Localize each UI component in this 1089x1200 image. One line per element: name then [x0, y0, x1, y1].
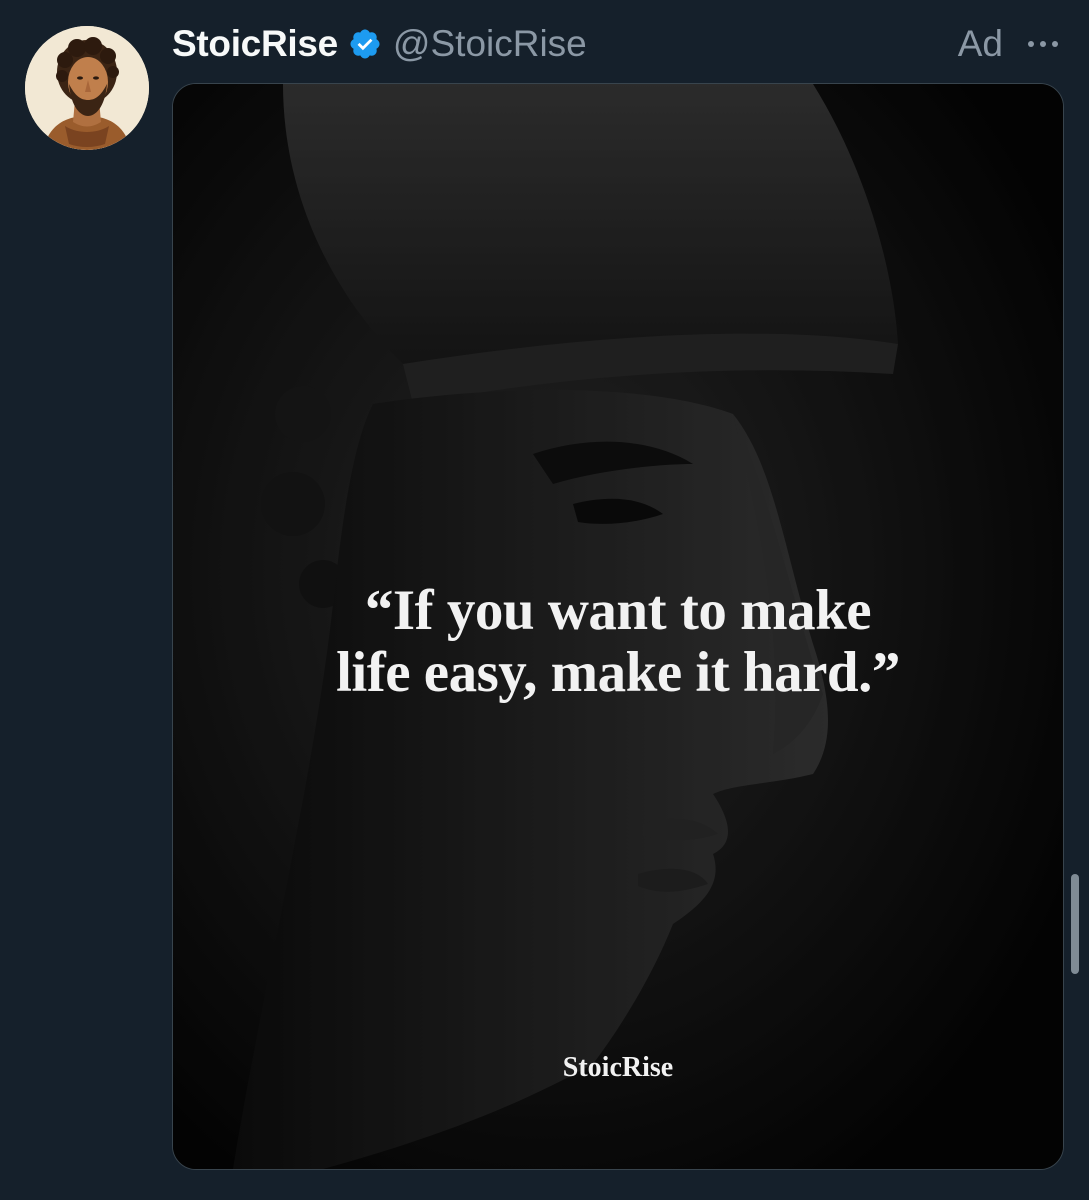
post-container: StoicRise @StoicRise Ad “If you want to …: [0, 0, 1089, 1200]
image-brand-watermark: StoicRise: [562, 1052, 674, 1083]
more-horizontal-icon: [1028, 41, 1034, 47]
handle[interactable]: @StoicRise: [393, 23, 587, 65]
avatar[interactable]: [25, 26, 149, 150]
ad-label: Ad: [957, 23, 1003, 64]
quote-line-1: “If you want to make: [364, 579, 872, 642]
verified-badge-icon[interactable]: [347, 26, 383, 62]
avatar-bust-icon: [25, 26, 149, 150]
scrollbar-thumb[interactable]: [1071, 874, 1079, 974]
more-options-button[interactable]: [1023, 24, 1063, 64]
post-media-image[interactable]: “If you want to make life easy, make it …: [172, 83, 1064, 1170]
quote-text: “If you want to make life easy, make it …: [173, 580, 1063, 704]
more-horizontal-icon: [1052, 41, 1058, 47]
post-header: StoicRise @StoicRise Ad: [172, 18, 1063, 70]
more-horizontal-icon: [1040, 41, 1046, 47]
quote-line-2: life easy, make it hard.”: [336, 641, 900, 704]
display-name[interactable]: StoicRise: [172, 23, 338, 65]
